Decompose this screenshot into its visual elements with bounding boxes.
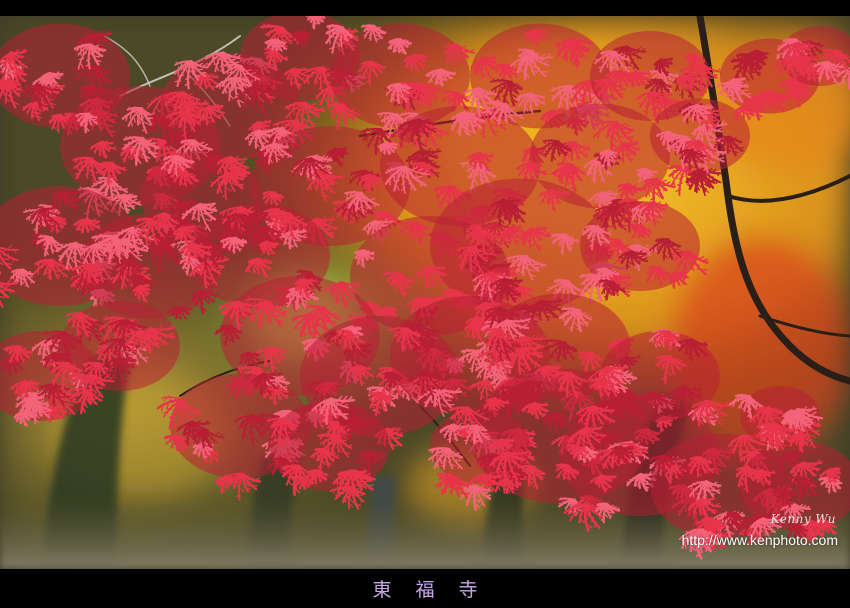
photo-caption: 東福寺: [0, 569, 850, 608]
photographer-signature: Kenny Wu: [770, 512, 836, 526]
temple-name: 東福寺: [372, 579, 502, 601]
maple-leaves-image: [0, 16, 850, 569]
website-watermark: http://www.kenphoto.com: [681, 532, 838, 548]
photo-frame: Kenny Wu http://www.kenphoto.com 東福寺: [0, 0, 850, 608]
maple-photo: [0, 16, 850, 569]
